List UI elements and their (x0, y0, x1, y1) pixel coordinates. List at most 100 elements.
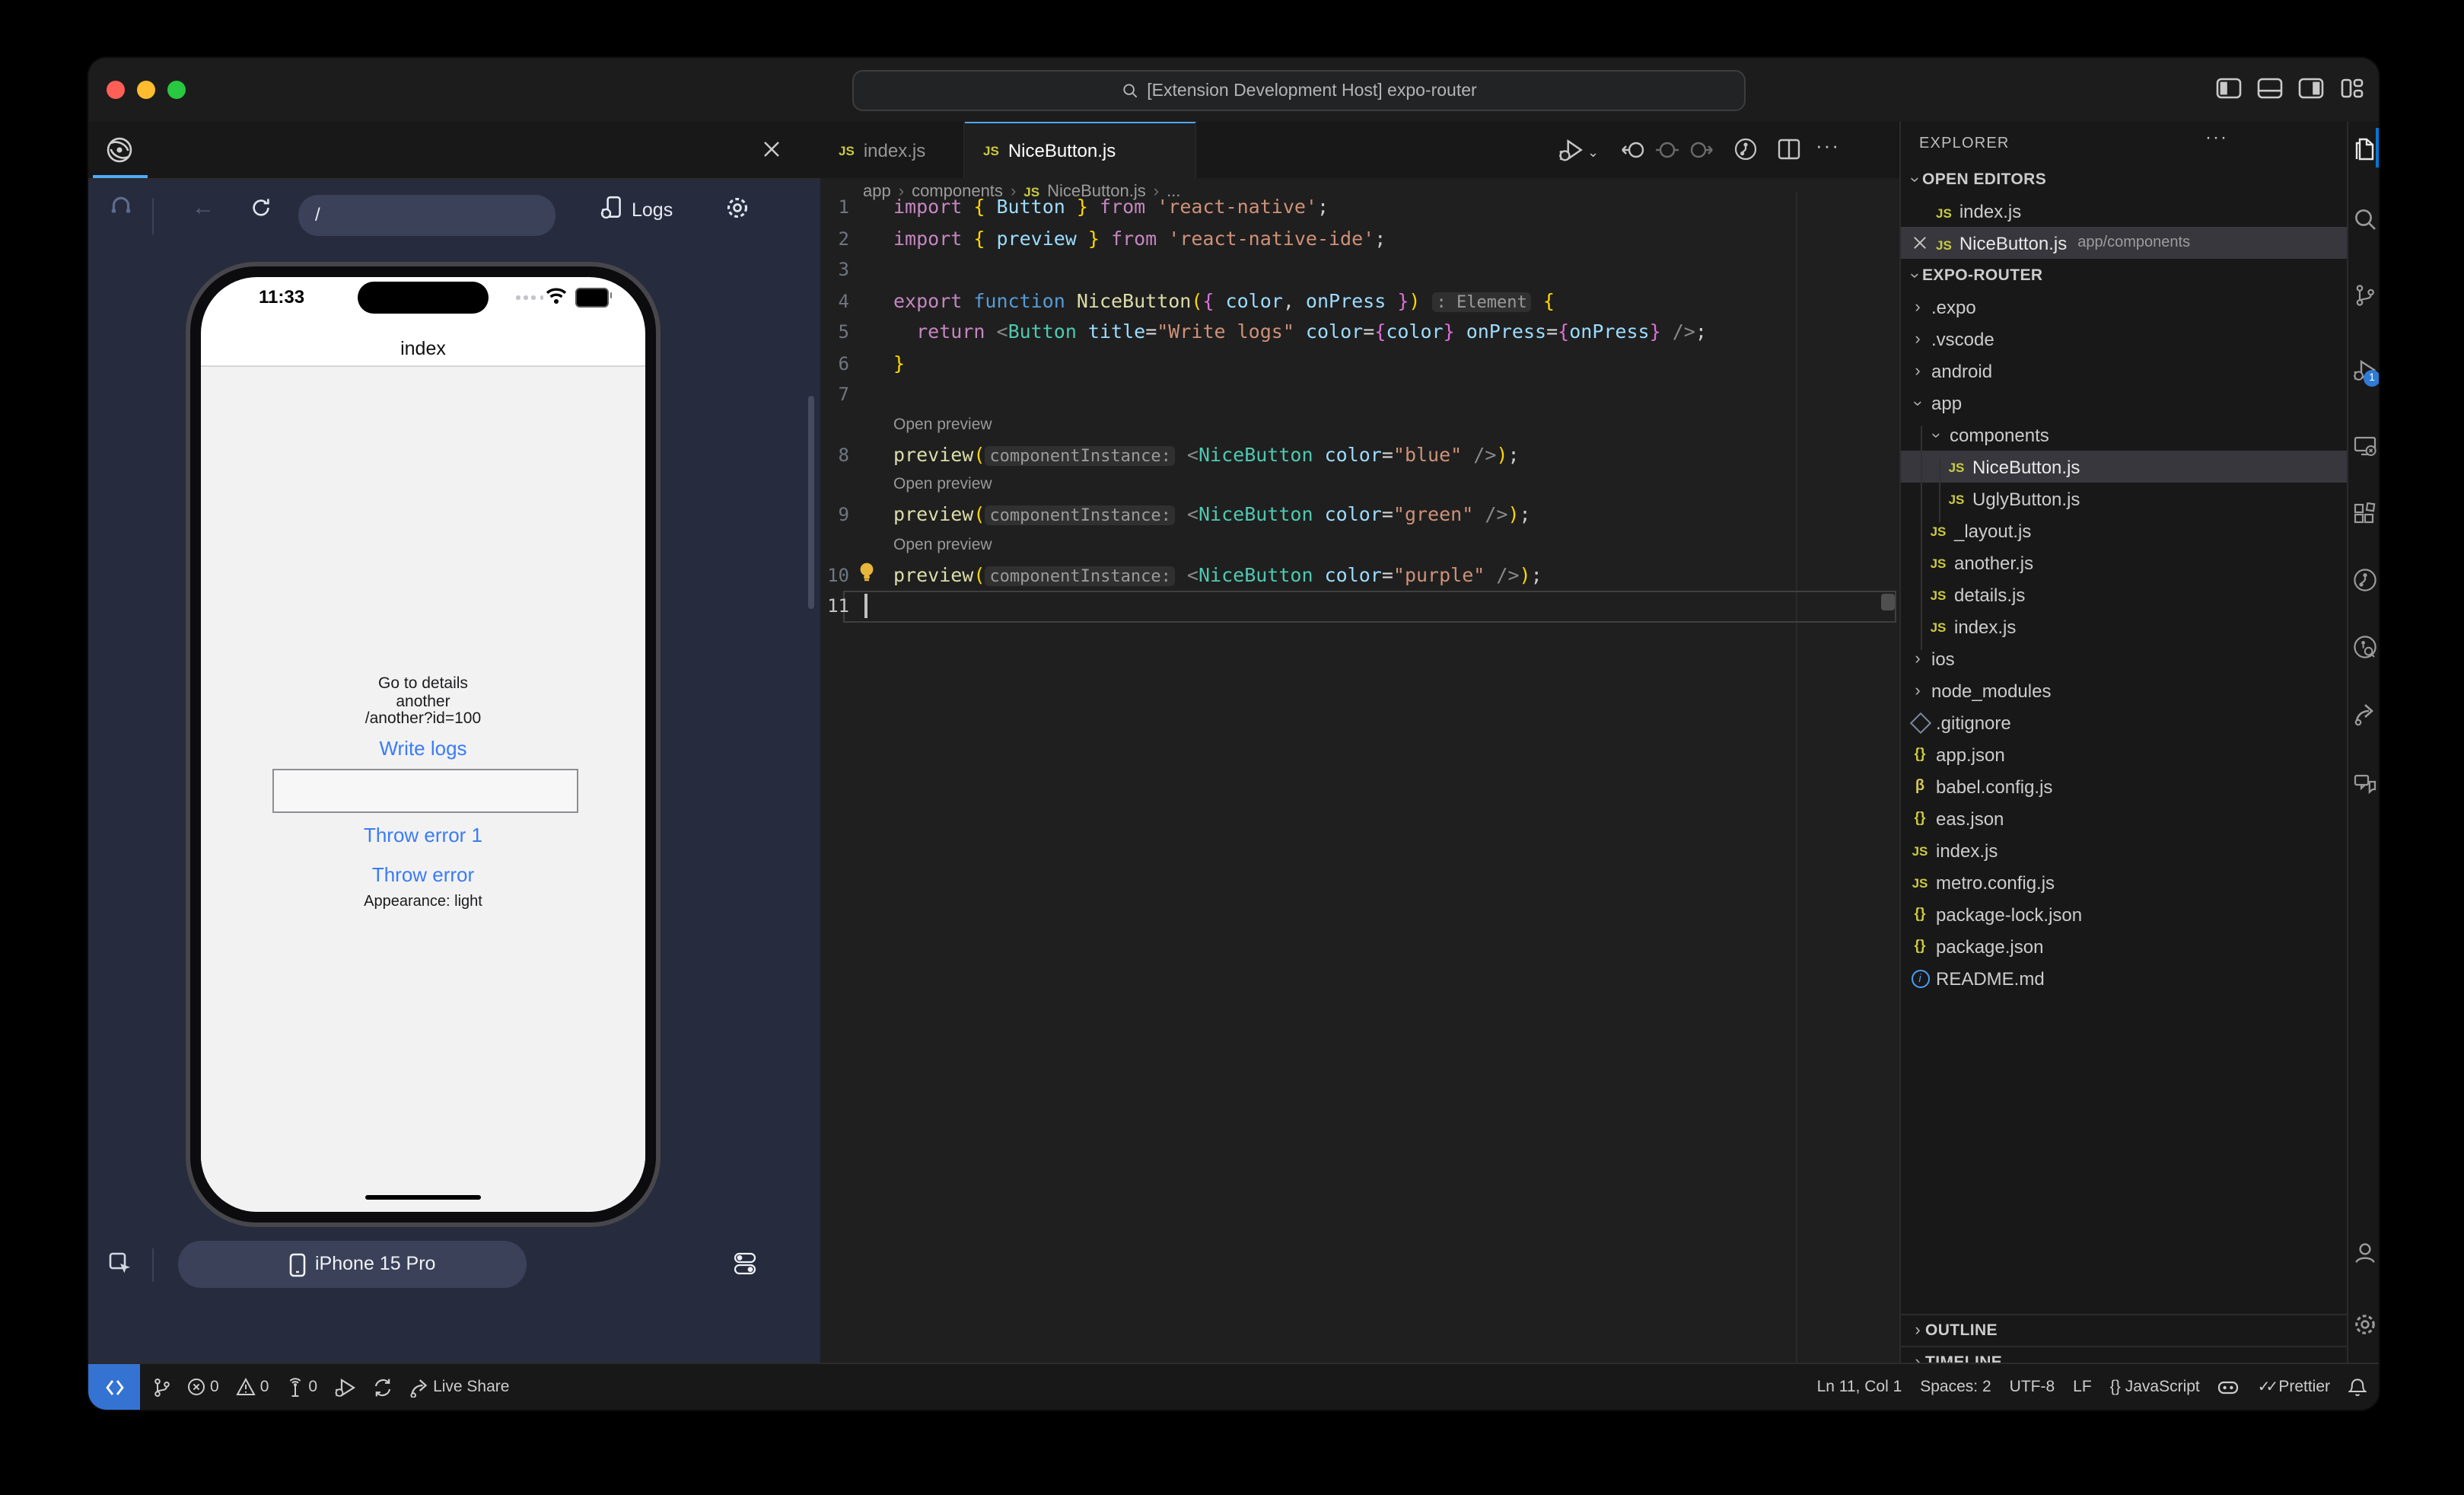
comments-icon[interactable] (2353, 772, 2376, 795)
status-prettier[interactable]: ✓✓Prettier (2258, 1378, 2330, 1396)
status-lf[interactable]: LF (2073, 1378, 2092, 1396)
write-logs-button[interactable]: Write logs (201, 737, 645, 760)
link-another-id[interactable]: /another?id=100 (201, 709, 645, 728)
codelens-open-preview[interactable]: Open preview (820, 410, 1899, 439)
status-bell[interactable] (2348, 1377, 2367, 1397)
tree-file[interactable]: {}app.json (1901, 738, 2347, 770)
code-line[interactable]: 8preview(componentInstance: <NiceButton … (820, 439, 1899, 470)
tree-folder[interactable]: ›.vscode (1901, 323, 2347, 355)
tree-file[interactable]: iREADME.md (1901, 962, 2347, 994)
extensions-icon[interactable] (2353, 502, 2376, 525)
reload-icon[interactable] (250, 196, 272, 219)
code-line[interactable]: 5 return <Button title="Write logs" colo… (820, 317, 1899, 348)
tree-file[interactable]: JS_layout.js (1901, 515, 2347, 547)
throw-error-button[interactable]: Throw error (201, 863, 645, 886)
toggle-secondary-sidebar-icon[interactable] (2298, 78, 2324, 99)
status-sync[interactable] (372, 1377, 392, 1397)
tree-folder[interactable]: ›ios (1901, 642, 2347, 674)
tree-file[interactable]: JSdetails.js (1901, 579, 2347, 610)
codelens-open-preview[interactable]: Open preview (820, 470, 1899, 499)
status-copilot[interactable] (2218, 1379, 2240, 1395)
panel-scrollbar[interactable] (808, 396, 814, 609)
code-line[interactable]: 4export function NiceButton({ color, onP… (820, 285, 1899, 317)
tree-file[interactable]: JSNiceButton.js (1901, 451, 2347, 483)
code-line[interactable]: 9preview(componentInstance: <NiceButton … (820, 499, 1899, 531)
code-line[interactable]: 3 (820, 254, 1899, 285)
tree-file[interactable]: JSindex.js (1901, 834, 2347, 866)
tree-folder[interactable]: ›android (1901, 355, 2347, 387)
status-ln-11-col-1[interactable]: Ln 11, Col 1 (1817, 1378, 1902, 1396)
section-outline[interactable]: ›OUTLINE (1901, 1314, 2347, 1346)
element-inspector-icon[interactable] (108, 1251, 132, 1276)
tree-file[interactable]: {}eas.json (1901, 802, 2347, 834)
editor-more-actions-icon[interactable]: ··· (1816, 134, 1840, 157)
minimize-window-button[interactable] (137, 81, 155, 99)
status-javascript[interactable]: {}JavaScript (2110, 1378, 2200, 1396)
open-editor-item[interactable]: JSindex.js (1901, 195, 2347, 227)
explorer-icon[interactable] (2353, 137, 2376, 160)
graph-search-icon[interactable] (2353, 635, 2376, 658)
device-select-button[interactable]: iPhone 15 Pro (178, 1241, 527, 1288)
status-utf-8[interactable]: UTF-8 (2010, 1378, 2055, 1396)
code-line[interactable]: 6} (820, 348, 1899, 379)
status-branch[interactable] (152, 1377, 170, 1397)
run-debug-icon[interactable]: 1 (2353, 358, 2376, 381)
search-icon[interactable] (2353, 207, 2376, 230)
account-icon[interactable] (2353, 1241, 2376, 1264)
tree-file[interactable]: JSmetro.config.js (1901, 866, 2347, 898)
text-input[interactable] (272, 769, 578, 813)
live-share-icon[interactable] (2353, 702, 2376, 725)
debug-run-icon[interactable] (1558, 137, 1586, 163)
editor-scrollbar-thumb[interactable] (1881, 594, 1895, 610)
status-live-share[interactable]: Live Share (409, 1377, 509, 1397)
nav-back-circle-icon[interactable] (1621, 139, 1647, 161)
commit-graph-icon[interactable] (2353, 568, 2376, 591)
split-editor-icon[interactable] (1778, 139, 1800, 160)
route-url-input[interactable]: / (298, 195, 556, 236)
tree-folder[interactable]: ›.expo (1901, 291, 2347, 323)
tree-file[interactable]: JSanother.js (1901, 547, 2347, 579)
logs-button[interactable]: Logs (632, 199, 673, 221)
toggle-panel-icon[interactable] (2257, 78, 2283, 99)
command-center-search[interactable]: [Extension Development Host] expo-router (852, 70, 1746, 111)
status-0[interactable]: 0 (285, 1377, 317, 1397)
status-debug[interactable] (334, 1377, 355, 1397)
code-line[interactable]: 10preview(componentInstance: <NiceButton… (820, 559, 1899, 591)
close-editor-icon[interactable] (1913, 236, 1927, 250)
code-line[interactable]: 11 (820, 591, 1899, 622)
radon-ide-tab-icon[interactable] (105, 135, 134, 164)
panel-close-icon[interactable] (762, 140, 781, 158)
run-dropdown-chevron-icon[interactable]: ⌄ (1587, 145, 1599, 161)
customize-layout-icon[interactable] (2341, 78, 2364, 99)
nav-back-icon[interactable]: ← (192, 195, 215, 221)
status-0[interactable]: 0 (187, 1378, 219, 1396)
tree-folder[interactable]: ›node_modules (1901, 674, 2347, 706)
explorer-more-actions-icon[interactable]: ··· (2205, 126, 2228, 148)
tree-folder[interactable]: ›app (1901, 387, 2347, 419)
tree-file[interactable]: {}package-lock.json (1901, 898, 2347, 930)
section-open-editors[interactable]: ›OPEN EDITORS (1901, 163, 2347, 195)
code-editor[interactable]: 1import { Button } from 'react-native';2… (820, 192, 1899, 622)
source-control-graph-icon[interactable] (1733, 137, 1758, 161)
tree-file[interactable]: .gitignore (1901, 706, 2347, 738)
remote-indicator[interactable] (88, 1364, 140, 1410)
tree-file[interactable]: βbabel.config.js (1901, 770, 2347, 802)
status-spaces-2[interactable]: Spaces: 2 (1920, 1378, 1991, 1396)
follow-device-icon[interactable] (108, 195, 134, 221)
toggle-primary-sidebar-icon[interactable] (2216, 78, 2242, 99)
logs-icon[interactable] (600, 195, 626, 221)
quick-fix-lightbulb-icon[interactable] (857, 562, 877, 583)
code-line[interactable]: 7 (820, 379, 1899, 410)
tab-index-js[interactable]: JS index.js (820, 122, 965, 178)
source-control-icon[interactable] (2353, 283, 2376, 306)
tree-file[interactable]: JSUglyButton.js (1901, 483, 2347, 515)
close-window-button[interactable] (107, 81, 125, 99)
code-line[interactable]: 1import { Button } from 'react-native'; (820, 192, 1899, 223)
code-line[interactable]: 2import { preview } from 'react-native-i… (820, 223, 1899, 254)
status-0[interactable]: 0 (236, 1378, 269, 1396)
zoom-window-button[interactable] (167, 81, 186, 99)
settings-icon[interactable] (2353, 1312, 2376, 1335)
tree-file[interactable]: {}package.json (1901, 930, 2347, 962)
open-editor-item[interactable]: JSNiceButton.jsapp/components (1901, 227, 2347, 259)
tree-folder[interactable]: ›components (1901, 419, 2347, 451)
